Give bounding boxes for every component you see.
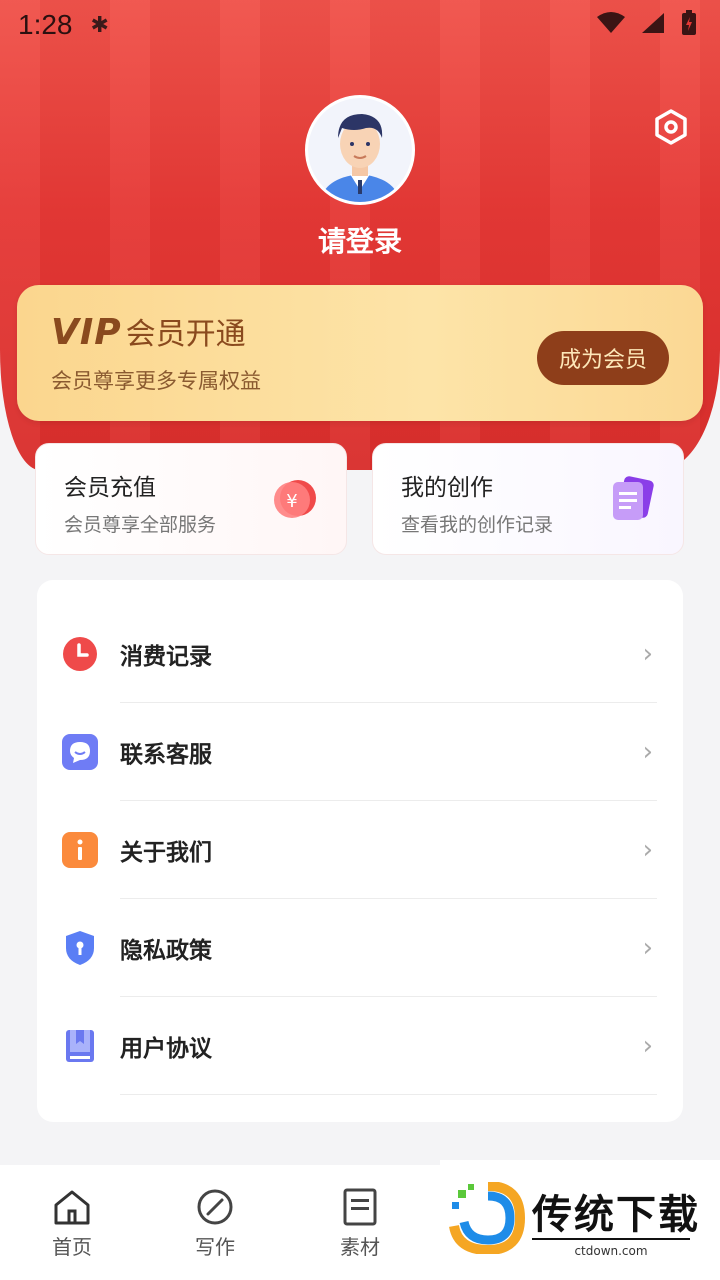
- avatar[interactable]: [305, 95, 415, 205]
- watermark: 传统下载 ctdown.com: [440, 1160, 720, 1280]
- chevron-right-icon: ›: [642, 933, 653, 963]
- vip-title: VIP 会员开通: [51, 309, 246, 353]
- feature-subtitle: 会员尊享全部服务: [64, 514, 217, 536]
- menu-label: 消费记录: [120, 644, 212, 670]
- nav-write[interactable]: 写作: [175, 1187, 255, 1260]
- menu-label: 隐私政策: [120, 938, 212, 964]
- menu-item-about-us[interactable]: 关于我们 ›: [37, 801, 683, 899]
- watermark-title: 传统下载: [532, 1192, 700, 1238]
- vip-card[interactable]: VIP 会员开通 会员尊享更多专属权益 成为会员: [17, 285, 703, 421]
- menu-label: 联系客服: [120, 742, 212, 768]
- menu-label: 关于我们: [120, 840, 212, 866]
- nav-label: 首页: [52, 1235, 92, 1259]
- clock-icon: [63, 637, 97, 671]
- menu-item-customer-service[interactable]: 联系客服 ›: [37, 703, 683, 801]
- login-link[interactable]: 请登录: [0, 220, 720, 260]
- recharge-card[interactable]: 会员充值 会员尊享全部服务 ¥: [35, 443, 347, 555]
- chevron-right-icon: ›: [642, 639, 653, 669]
- shield-icon: [66, 931, 94, 965]
- watermark-url: ctdown.com: [532, 1238, 690, 1258]
- status-bar: 1:28 ✱: [0, 0, 720, 50]
- compose-icon: [197, 1189, 233, 1225]
- svg-text:¥: ¥: [286, 491, 297, 512]
- my-creation-card[interactable]: 我的创作 查看我的创作记录: [372, 443, 684, 555]
- menu-item-privacy-policy[interactable]: 隐私政策 ›: [37, 899, 683, 997]
- home-icon: [54, 1190, 90, 1225]
- status-time: 1:28: [18, 9, 73, 40]
- nav-label: 写作: [195, 1235, 235, 1259]
- menu-card: 消费记录 › 联系客服 › 关于我们 › 隐私政策 › 用户协议 ›: [37, 580, 683, 1122]
- info-icon: [62, 832, 98, 868]
- bluetooth-icon: ✱: [90, 12, 109, 38]
- yuan-coin-icon: ¥: [274, 480, 316, 518]
- material-icon: [343, 1188, 377, 1226]
- become-member-button[interactable]: 成为会员: [537, 331, 669, 385]
- watermark-logo: [449, 1182, 526, 1254]
- wifi-icon: [597, 12, 625, 33]
- battery-icon: [682, 10, 696, 35]
- document-icon: [613, 476, 654, 520]
- chevron-right-icon: ›: [642, 835, 653, 865]
- book-icon: [66, 1030, 94, 1062]
- chevron-right-icon: ›: [642, 1031, 653, 1061]
- chevron-right-icon: ›: [642, 737, 653, 767]
- vip-subtitle: 会员尊享更多专属权益: [51, 369, 261, 393]
- chat-icon: [62, 734, 98, 770]
- feature-subtitle: 查看我的创作记录: [401, 514, 554, 536]
- nav-material[interactable]: 素材: [320, 1187, 400, 1260]
- vip-logo: VIP: [51, 312, 122, 353]
- signal-icon: [642, 13, 664, 33]
- nav-home[interactable]: 首页: [32, 1187, 112, 1260]
- menu-label: 用户协议: [120, 1036, 212, 1062]
- menu-item-user-agreement[interactable]: 用户协议 ›: [37, 997, 683, 1095]
- vip-title-text: 会员开通: [125, 317, 246, 352]
- divider: [120, 1094, 657, 1095]
- feature-title: 我的创作: [401, 475, 493, 501]
- nav-label: 素材: [340, 1235, 380, 1259]
- menu-item-purchase-history[interactable]: 消费记录 ›: [37, 605, 683, 703]
- settings-icon[interactable]: [652, 108, 690, 146]
- feature-title: 会员充值: [64, 475, 156, 501]
